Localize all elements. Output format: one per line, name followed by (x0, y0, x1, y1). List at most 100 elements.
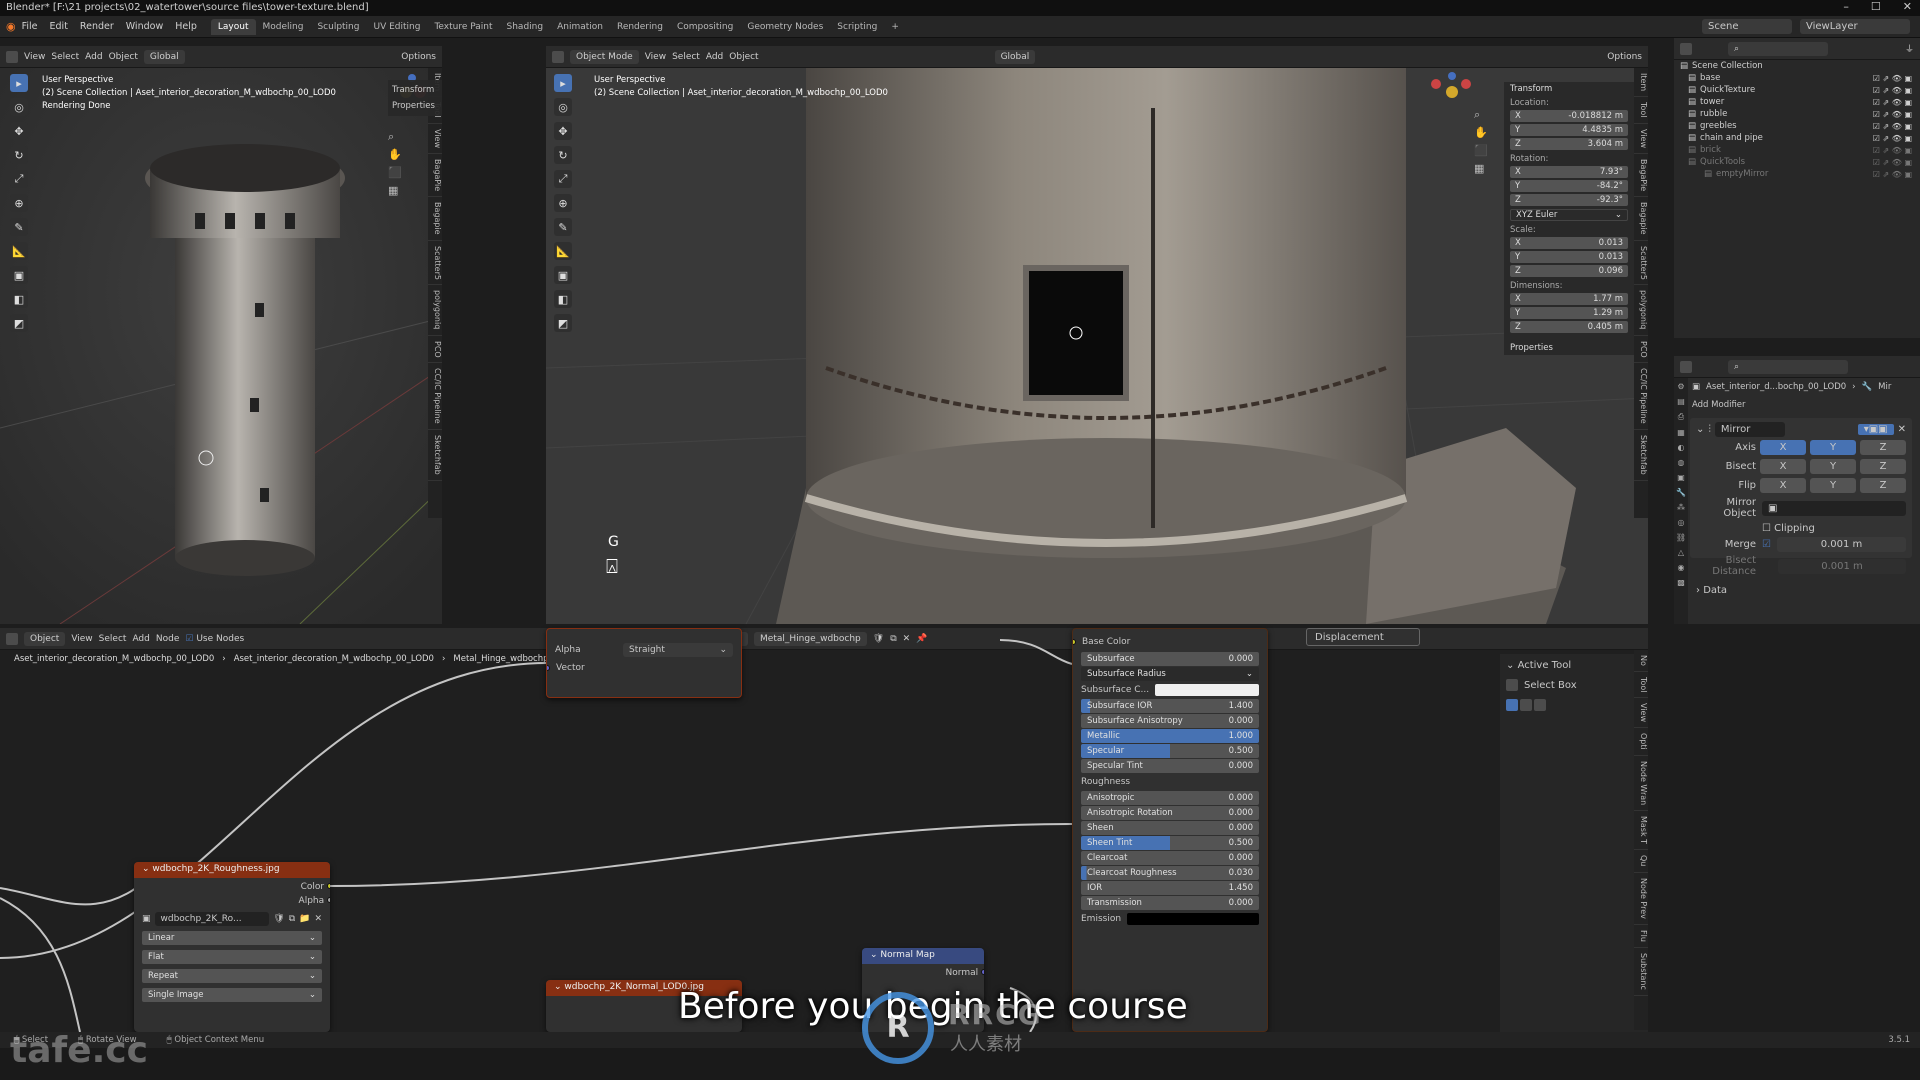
add-menu[interactable]: Add (85, 52, 102, 62)
orientation-dropdown[interactable]: Global (143, 49, 185, 64)
outliner-item[interactable]: ▤ QuickTools ☑ ⇗ 👁 ▣ (1674, 156, 1920, 168)
sidebar-tab[interactable]: Node Prev (1634, 873, 1648, 925)
dimensions-field-y[interactable]: Y 1.29 m (1510, 307, 1628, 319)
alpha-mode-dropdown[interactable]: Straight ⌄ (623, 643, 733, 657)
bsdf-input[interactable]: Subsurface 0.000 (1081, 652, 1259, 666)
scale-field-x[interactable]: X 0.013 (1510, 237, 1628, 249)
clipping-checkbox[interactable]: ☐ Clipping (1762, 523, 1906, 534)
active-tool-header[interactable]: ⌄ Active Tool (1506, 660, 1642, 671)
sidebar-tab[interactable]: Scatter5 (428, 241, 442, 286)
rotation-field-z[interactable]: Z -92.3° (1510, 194, 1628, 206)
bisect-distance-field[interactable]: 0.001 m (1778, 558, 1906, 574)
mode-dropdown[interactable]: Object Mode (570, 49, 639, 64)
visibility-icons[interactable]: ☑ ⇗ 👁 ▣ (1873, 134, 1912, 143)
extra-tool[interactable]: ◧ (10, 290, 28, 308)
scale-tool[interactable]: ⤢ (554, 170, 572, 188)
workspace-tab[interactable]: Modeling (256, 19, 311, 35)
workspace-tab[interactable]: UV Editing (366, 19, 427, 35)
visibility-icons[interactable]: ☑ ⇗ 👁 ▣ (1873, 170, 1912, 179)
sidebar-tab[interactable]: PCO (428, 336, 442, 364)
particles-tab-icon[interactable]: ⁂ (1677, 503, 1685, 512)
camera-icon[interactable]: ⬛ (388, 164, 402, 182)
visibility-icons[interactable]: ☑ ⇗ 👁 ▣ (1873, 158, 1912, 167)
texture-tab-icon[interactable]: ▩ (1677, 578, 1685, 587)
interpolation-dropdown[interactable]: Linear ⌄ (142, 931, 322, 945)
grid-icon[interactable]: ▦ (1474, 160, 1488, 178)
constraints-tab-icon[interactable]: ⛓ (1676, 533, 1686, 542)
menu-help[interactable]: Help (175, 21, 197, 32)
sidebar-tab[interactable]: Mask T (1634, 811, 1648, 851)
object-menu[interactable]: Object (109, 52, 138, 62)
node-editor[interactable]: Object View Select Add Node ☑ Use Nodes … (0, 628, 1648, 1032)
select-mode-buttons[interactable] (1506, 699, 1642, 711)
rotate-tool[interactable]: ↻ (554, 146, 572, 164)
location-field-x[interactable]: X -0.018812 m (1510, 110, 1628, 122)
properties-header[interactable]: Properties (1510, 343, 1628, 353)
bsdf-input[interactable]: Subsurface Radius ⌄ (1081, 667, 1259, 681)
sidebar-tab[interactable]: BagaPie (1634, 154, 1648, 197)
pan-hand-icon[interactable]: ✋ (1474, 124, 1488, 142)
merge-distance-field[interactable]: 0.001 m (1776, 537, 1906, 552)
visibility-icons[interactable]: ☑ ⇗ 👁 ▣ (1873, 98, 1912, 107)
select-menu[interactable]: Select (51, 52, 79, 62)
bisect-y-toggle[interactable]: Y (1810, 459, 1856, 474)
zoom-icon[interactable]: ⌕ (388, 128, 402, 146)
sidebar-tab[interactable]: Qu (1634, 850, 1648, 873)
sidebar-tab[interactable]: CC/IC Pipeline (428, 363, 442, 431)
color-swatch[interactable] (1155, 684, 1259, 696)
bsdf-input[interactable]: Sheen Tint 0.500 (1081, 836, 1259, 850)
modifier-visibility-icons[interactable]: ▾▣▣ (1857, 423, 1894, 435)
displacement-node[interactable]: Displacement (1306, 628, 1420, 646)
extra-tool[interactable]: ◧ (554, 290, 572, 308)
bsdf-input[interactable]: Clearcoat Roughness 0.030 (1081, 866, 1259, 880)
bisect-z-toggle[interactable]: Z (1860, 459, 1906, 474)
workspace-tab[interactable]: Sculpting (310, 19, 366, 35)
sidebar-tab[interactable]: Tool (1634, 97, 1648, 124)
sidebar-tab[interactable]: Item (1634, 68, 1648, 98)
scale-tool[interactable]: ⤢ (10, 170, 28, 188)
bsdf-input[interactable]: Subsurface Anisotropy 0.000 (1081, 714, 1259, 728)
bsdf-color-input[interactable]: Subsurface C... (1081, 683, 1259, 697)
location-field-y[interactable]: Y 4.4835 m (1510, 124, 1628, 136)
roughness-image-node[interactable]: ⌄ wdbochp_2K_Roughness.jpg Color Alpha ▣… (134, 862, 330, 1032)
outliner-item[interactable]: ▤ rubble ☑ ⇗ 👁 ▣ (1674, 108, 1920, 120)
outliner-item[interactable]: ▤ emptyMirror ☑ ⇗ 👁 ▣ (1674, 168, 1920, 180)
main-viewport[interactable]: Object Mode View Select Add Object Globa… (546, 46, 1648, 624)
cursor-tool[interactable]: ◎ (554, 98, 572, 116)
sidebar-tab[interactable]: Substanc (1634, 948, 1648, 996)
rotation-field-y[interactable]: Y -84.2° (1510, 180, 1628, 192)
scene-collection-row[interactable]: ▤ Scene Collection (1674, 60, 1920, 72)
visibility-icons[interactable]: ☑ ⇗ 👁 ▣ (1873, 110, 1912, 119)
visibility-icons[interactable]: ☑ ⇗ 👁 ▣ (1873, 86, 1912, 95)
duplicate-icon[interactable]: ⧉ (289, 914, 295, 924)
blender-logo-icon[interactable]: ◉ (6, 20, 16, 33)
bsdf-input[interactable]: Metallic 1.000 (1081, 729, 1259, 743)
add-menu[interactable]: Add (706, 52, 723, 62)
world-tab-icon[interactable]: ◍ (1678, 458, 1685, 467)
remove-modifier-icon[interactable]: ✕ (1898, 424, 1906, 435)
render-tab-icon[interactable]: ▤ (1677, 397, 1685, 406)
source-dropdown[interactable]: Single Image ⌄ (142, 988, 322, 1002)
workspace-tab[interactable]: Rendering (610, 19, 670, 35)
workspace-tab[interactable]: Texture Paint (427, 19, 499, 35)
add-cube-tool[interactable]: ▣ (554, 266, 572, 284)
extra-tool-2[interactable]: ◩ (554, 314, 572, 332)
transform-tool[interactable]: ⊕ (554, 194, 572, 212)
sidebar-tab[interactable]: Tool (1634, 672, 1648, 699)
annotate-tool[interactable]: ✎ (554, 218, 572, 236)
sidebar-tab[interactable]: Scatter5 (1634, 241, 1648, 286)
menu-render[interactable]: Render (80, 21, 114, 32)
sidebar-tab[interactable]: View (1634, 698, 1648, 729)
transform-tool[interactable]: ⊕ (10, 194, 28, 212)
unlink-icon[interactable]: ✕ (314, 914, 322, 924)
sidebar-tab[interactable]: Bagapie (1634, 197, 1648, 241)
workspace-tab[interactable]: Geometry Nodes (740, 19, 830, 35)
sidebar-tab[interactable]: polygoniq (428, 285, 442, 336)
workspace-tab[interactable]: Compositing (670, 19, 740, 35)
roughness-node-header[interactable]: ⌄ wdbochp_2K_Roughness.jpg (134, 862, 330, 878)
view-menu[interactable]: View (24, 52, 45, 62)
bsdf-input[interactable]: Specular 0.500 (1081, 744, 1259, 758)
select-box-tool[interactable]: ▸ (554, 74, 572, 92)
scale-field-z[interactable]: Z 0.096 (1510, 265, 1628, 277)
data-tab-icon[interactable]: △ (1678, 548, 1684, 557)
